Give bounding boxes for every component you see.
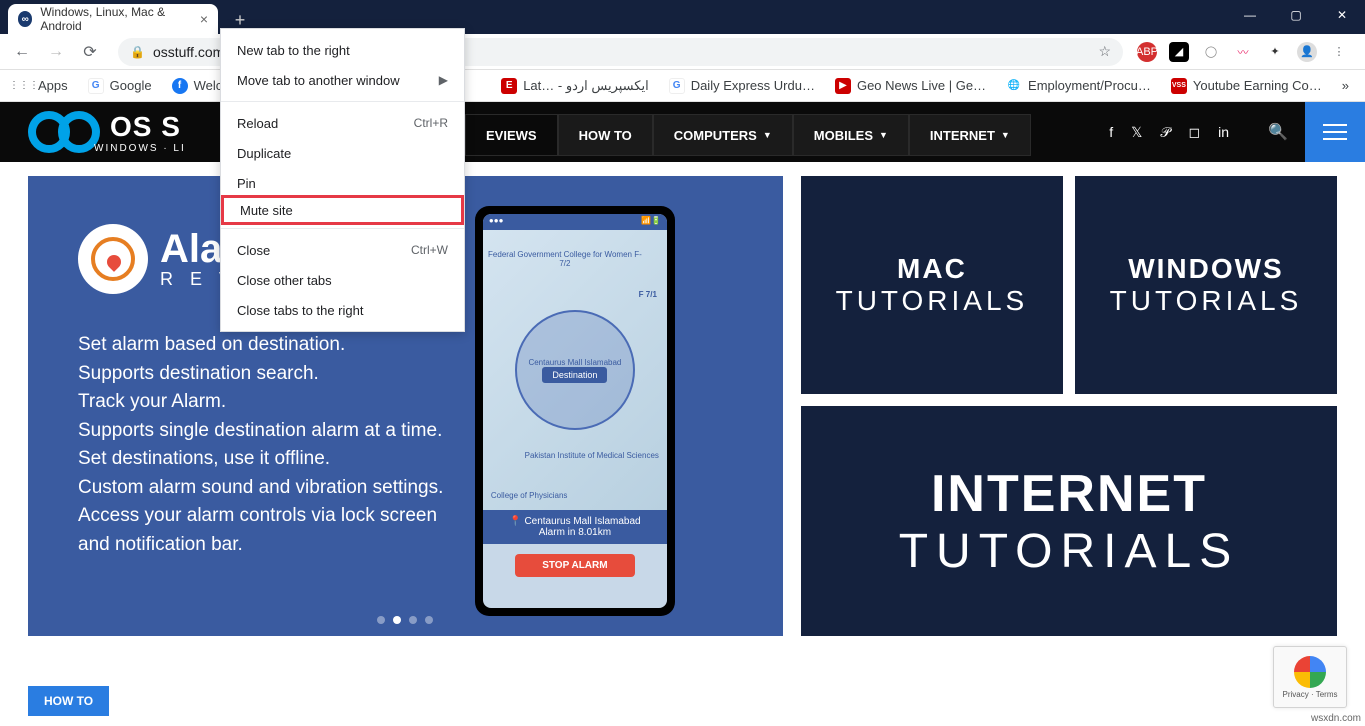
recaptcha-badge[interactable]: Privacy · Terms — [1273, 646, 1347, 708]
facebook-icon[interactable]: f — [1109, 124, 1113, 141]
hero-body: Set alarm based on destination.Supports … — [78, 331, 443, 559]
linkedin-icon[interactable]: in — [1218, 124, 1229, 141]
alarme-icon — [78, 224, 148, 294]
back-button[interactable]: ← — [8, 38, 36, 66]
cm-close-other[interactable]: Close other tabs — [221, 265, 464, 295]
ext-icon-4[interactable]: 〰 — [1233, 42, 1253, 62]
radar-circle: Centaurus Mall Islamabad Destination — [515, 310, 635, 430]
slider-dots[interactable] — [377, 616, 433, 624]
maximize-button[interactable]: ▢ — [1273, 0, 1319, 30]
submenu-arrow-icon: ▶ — [439, 73, 448, 87]
toggle-icon — [711, 321, 737, 333]
facebook-icon: f — [172, 78, 188, 94]
forward-button[interactable]: → — [42, 38, 70, 66]
header-right: f 𝕏 𝒫 ◻ in 🔍 — [1109, 102, 1365, 162]
extension-icons: ABP ◢ ◯ 〰 ✦ 👤 ⋮ — [1137, 42, 1357, 62]
phone-mockup-1: ●●●📶🔋 Federal Government College for Wom… — [475, 206, 675, 616]
google-icon: G — [88, 78, 104, 94]
browser-toolbar: ← → ⟳ 🔒 osstuff.com ☆ ABP ◢ ◯ 〰 ✦ 👤 ⋮ — [0, 34, 1365, 70]
cm-mute-site[interactable]: Mute site — [221, 195, 464, 225]
recaptcha-icon — [1294, 656, 1326, 688]
minimize-button[interactable]: — — [1227, 0, 1273, 30]
logo-sub: WINDOWS · LI — [94, 143, 186, 154]
vss-icon: VSS — [1171, 78, 1187, 94]
phone-location: 📍 Centaurus Mall IslamabadAlarm in 8.01k… — [483, 510, 667, 544]
pinterest-icon[interactable]: 𝒫 — [1160, 124, 1170, 141]
cm-reload[interactable]: ReloadCtrl+R — [221, 108, 464, 138]
adblock-icon[interactable]: ABP — [1137, 42, 1157, 62]
geo-icon: ▶ — [835, 78, 851, 94]
chevron-down-icon: ▼ — [879, 130, 888, 140]
cm-pin[interactable]: Pin — [221, 168, 464, 198]
reload-button[interactable]: ⟳ — [76, 38, 104, 66]
bookmarks-bar: ⋮⋮⋮Apps GGoogle fWelco… ELat… - ایکسپریس… — [0, 70, 1365, 102]
close-tab-icon[interactable]: × — [200, 11, 208, 27]
search-button[interactable]: 🔍 — [1251, 102, 1305, 162]
bookmark-apps[interactable]: ⋮⋮⋮Apps — [8, 74, 76, 98]
cm-move-tab[interactable]: Move tab to another window▶ — [221, 65, 464, 95]
chevron-down-icon: ▼ — [763, 130, 772, 140]
bookmark-express[interactable]: ELat… - ایکسپریس اردو — [493, 74, 657, 98]
destination-chip: Destination — [542, 367, 607, 383]
page-content: Alarme R E V I E W Set alarm based on de… — [0, 162, 1365, 722]
chevron-down-icon: ▼ — [1001, 130, 1010, 140]
express-icon: E — [501, 78, 517, 94]
tile-internet[interactable]: INTERNETTUTORIALS — [801, 406, 1337, 636]
tile-windows[interactable]: WINDOWSTUTORIALS — [1075, 176, 1337, 394]
bookmark-daily-express[interactable]: GDaily Express Urdu… — [661, 74, 823, 98]
social-links: f 𝕏 𝒫 ◻ in — [1109, 124, 1251, 141]
ext-icon-2[interactable]: ◢ — [1169, 42, 1189, 62]
phone-map: Federal Government College for Women F-7… — [483, 230, 667, 510]
star-icon[interactable]: ☆ — [1098, 43, 1111, 60]
cm-new-tab-right[interactable]: New tab to the right — [221, 35, 464, 65]
watermark: wsxdn.com — [1311, 713, 1361, 724]
tab-context-menu: New tab to the right Move tab to another… — [220, 28, 465, 332]
bookmark-geo[interactable]: ▶Geo News Live | Ge… — [827, 74, 994, 98]
google-icon: G — [669, 78, 685, 94]
hamburger-menu[interactable] — [1305, 102, 1365, 162]
chrome-menu-icon[interactable]: ⋮ — [1329, 42, 1349, 62]
bookmark-google[interactable]: GGoogle — [80, 74, 160, 98]
nav-internet[interactable]: INTERNET▼ — [909, 114, 1031, 156]
menu-separator — [221, 101, 464, 102]
bookmark-employment[interactable]: 🌐Employment/Procu… — [998, 74, 1159, 98]
extensions-puzzle-icon[interactable]: ✦ — [1265, 42, 1285, 62]
ext-icon-3[interactable]: ◯ — [1201, 42, 1221, 62]
globe-icon: 🌐 — [1006, 78, 1022, 94]
window-controls: — ▢ ✕ — [1227, 0, 1365, 30]
tab-favicon: ∞ — [18, 11, 32, 27]
nav-computers[interactable]: COMPUTERS▼ — [653, 114, 793, 156]
lock-icon: 🔒 — [130, 45, 145, 59]
nav-reviews[interactable]: EVIEWS — [465, 114, 558, 156]
nav-mobiles[interactable]: MOBILES▼ — [793, 114, 909, 156]
bookmark-youtube[interactable]: VSSYoutube Earning Co… — [1163, 74, 1330, 98]
tab-title: Windows, Linux, Mac & Android — [40, 5, 191, 33]
twitter-icon[interactable]: 𝕏 — [1131, 124, 1142, 141]
apps-icon: ⋮⋮⋮ — [16, 78, 32, 94]
site-header: OS S WINDOWS · LI EVIEWS HOW TO COMPUTER… — [0, 102, 1365, 162]
instagram-icon[interactable]: ◻ — [1188, 124, 1200, 141]
side-tiles: MACTUTORIALS WINDOWSTUTORIALS INTERNETTU… — [801, 176, 1337, 708]
menu-separator — [221, 228, 464, 229]
site-logo[interactable]: OS S WINDOWS · LI — [28, 111, 186, 154]
close-window-button[interactable]: ✕ — [1319, 0, 1365, 30]
tile-mac[interactable]: MACTUTORIALS — [801, 176, 1063, 394]
titlebar: ∞ Windows, Linux, Mac & Android × + — ▢ … — [0, 0, 1365, 34]
cm-close-right[interactable]: Close tabs to the right — [221, 295, 464, 325]
cm-close[interactable]: CloseCtrl+W — [221, 235, 464, 265]
howto-section-chip[interactable]: HOW TO — [28, 686, 109, 716]
nav-howto[interactable]: HOW TO — [558, 114, 653, 156]
bookmark-overflow[interactable]: » — [1334, 74, 1357, 97]
url-text: osstuff.com — [153, 44, 224, 60]
browser-tab[interactable]: ∞ Windows, Linux, Mac & Android × — [8, 4, 218, 34]
logo-text: OS S — [110, 111, 186, 143]
stop-alarm-button: STOP ALARM — [515, 554, 635, 577]
cm-duplicate[interactable]: Duplicate — [221, 138, 464, 168]
main-nav: EVIEWS HOW TO COMPUTERS▼ MOBILES▼ INTERN… — [465, 114, 1031, 156]
profile-avatar[interactable]: 👤 — [1297, 42, 1317, 62]
